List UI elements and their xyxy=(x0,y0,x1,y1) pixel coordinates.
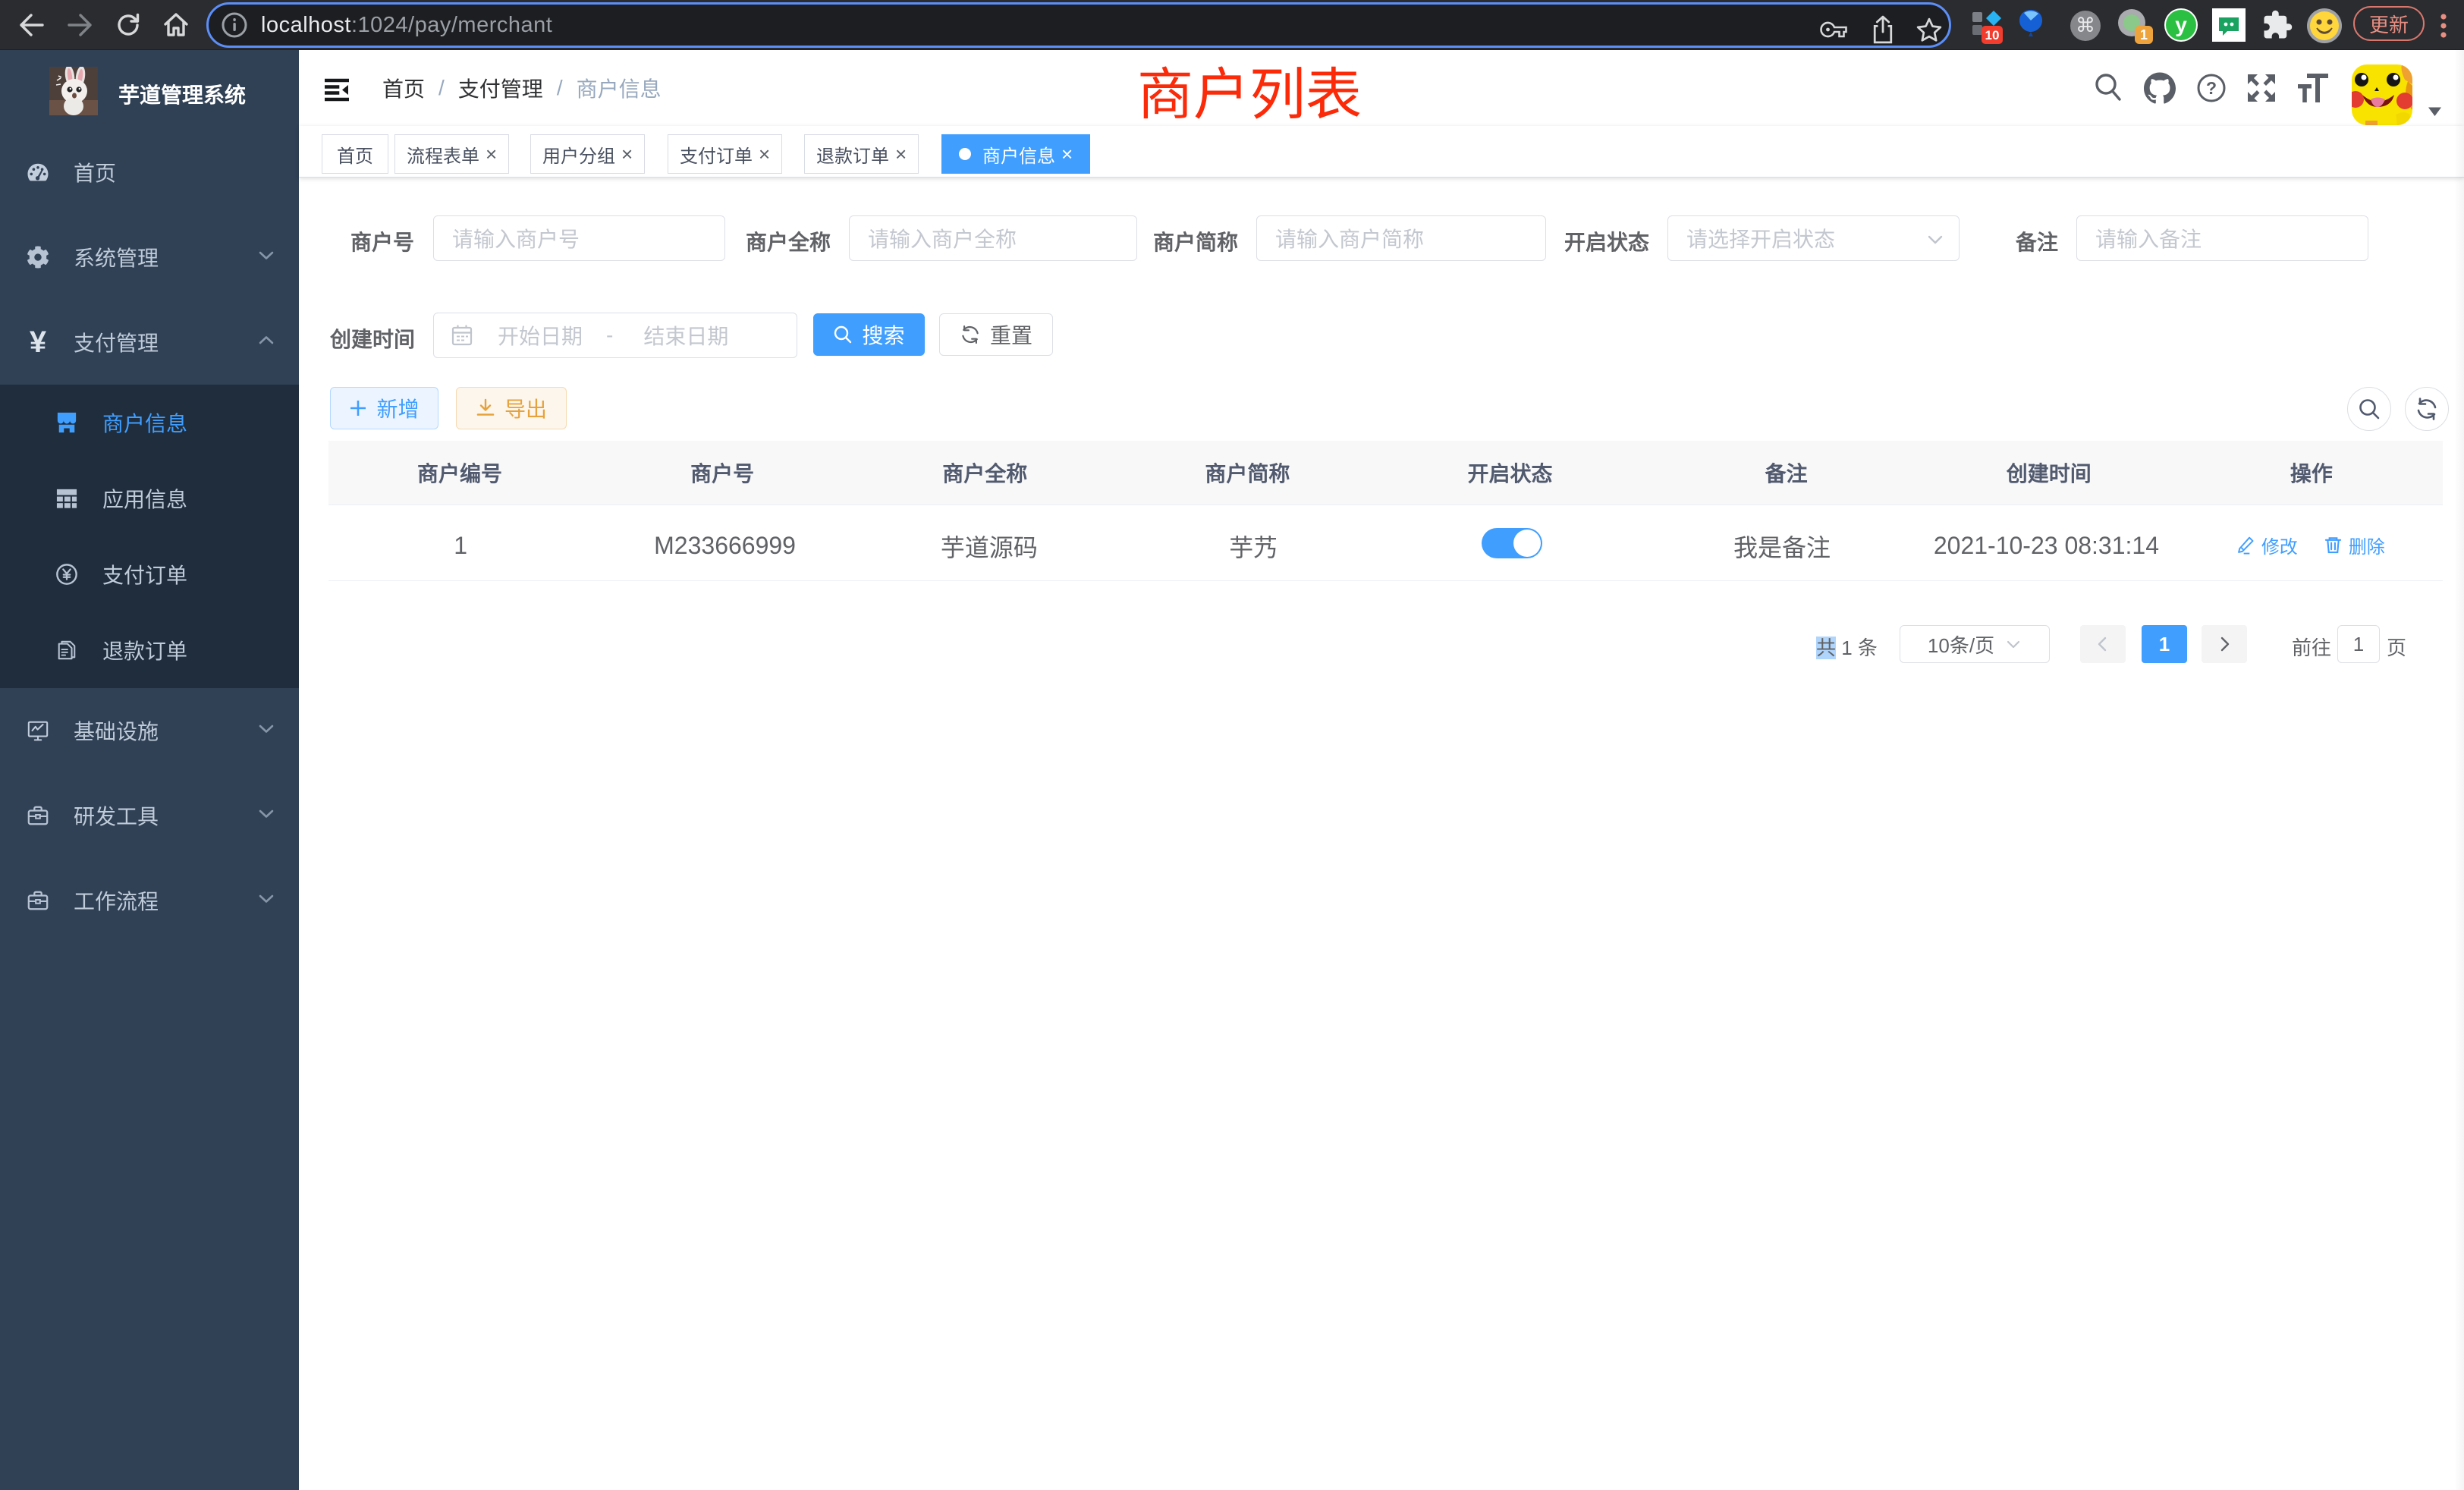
svg-text:10: 10 xyxy=(1985,28,2000,42)
svg-text:⌘: ⌘ xyxy=(2076,14,2095,36)
svg-text:?: ? xyxy=(2206,78,2217,98)
svg-text:y: y xyxy=(2175,13,2187,36)
svg-text:1: 1 xyxy=(2140,27,2148,42)
